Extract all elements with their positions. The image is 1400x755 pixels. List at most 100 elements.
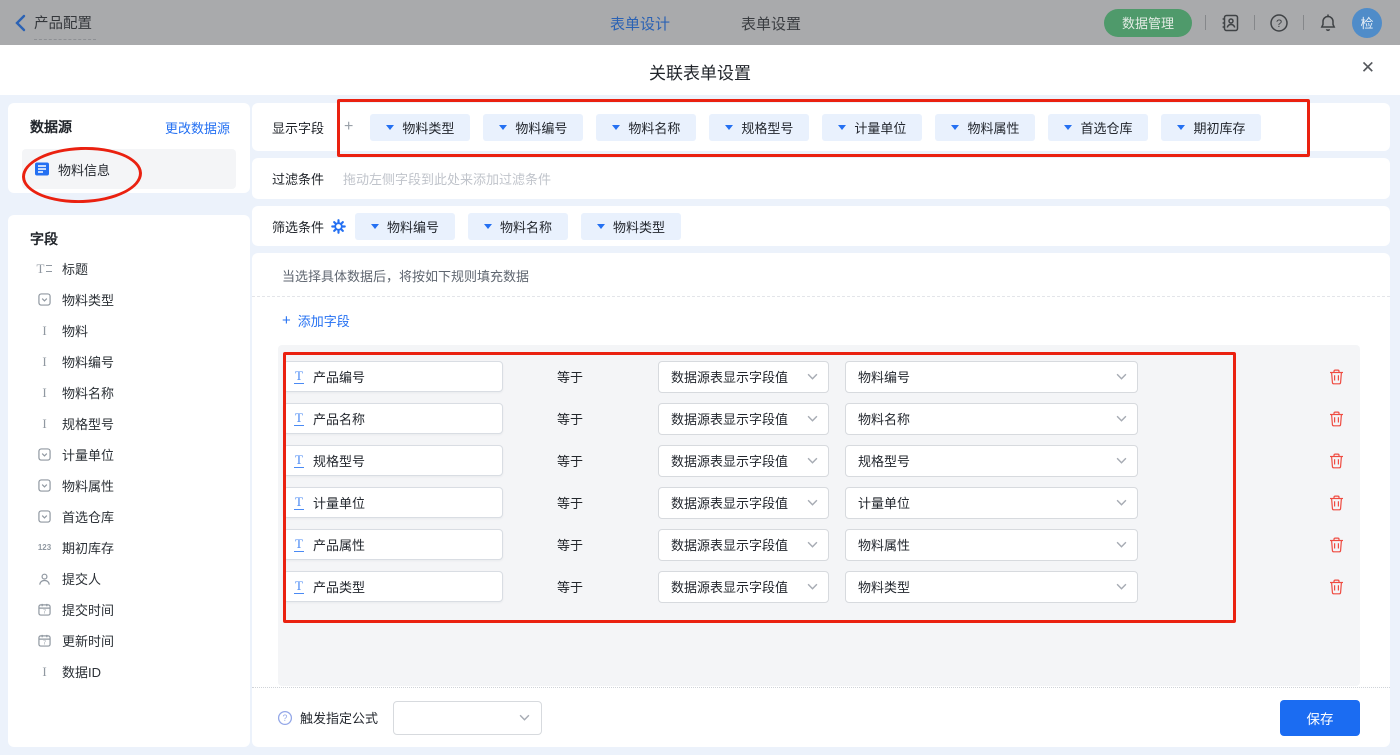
- field-item-5[interactable]: I 规格型号: [30, 408, 250, 439]
- field-chip[interactable]: 物料属性: [935, 114, 1035, 141]
- rule-value-select[interactable]: 计量单位: [845, 487, 1138, 519]
- field-item-4[interactable]: I 物料名称: [30, 377, 250, 408]
- field-item-9[interactable]: 123 期初库存: [30, 532, 250, 563]
- rule-value-select[interactable]: 规格型号: [845, 445, 1138, 477]
- field-item-10[interactable]: 提交人: [30, 563, 250, 594]
- field-item-13[interactable]: I 数据ID: [30, 656, 250, 687]
- select-field-icon: [36, 479, 53, 492]
- add-display-field-icon[interactable]: [344, 118, 353, 136]
- add-field-link[interactable]: 添加字段: [282, 311, 350, 330]
- rule-target-field[interactable]: T 产品类型: [283, 571, 503, 602]
- app-window: 产品配置 表单设计 表单设置 数据管理 ? 检 关联表单设置: [0, 0, 1400, 755]
- formula-help-icon[interactable]: ?: [277, 710, 293, 726]
- filter-placeholder: 拖动左侧字段到此处来添加过滤条件: [343, 169, 551, 188]
- rule-value-select[interactable]: 物料名称: [845, 403, 1138, 435]
- field-list: T 标题 物料类型 I 物料 I 物料编号 I 物料名称 I 规格型号 计量单位…: [30, 253, 250, 687]
- rules-footer: ? 触发指定公式 保存: [252, 688, 1390, 747]
- chevron-down-icon: [807, 457, 818, 464]
- trash-icon[interactable]: [1329, 453, 1344, 469]
- chevron-down-icon: [1116, 415, 1127, 422]
- close-icon[interactable]: [1361, 58, 1375, 78]
- rule-target-field[interactable]: T 产品编号: [283, 361, 503, 392]
- field-chip[interactable]: 首选仓库: [1048, 114, 1148, 141]
- field-item-2[interactable]: I 物料: [30, 315, 250, 346]
- field-chip-label: 物料名称: [500, 217, 552, 236]
- field-item-11[interactable]: 7 提交时间: [30, 594, 250, 625]
- trash-icon[interactable]: [1329, 495, 1344, 511]
- gear-icon[interactable]: [331, 219, 346, 234]
- rule-target-label: 计量单位: [313, 493, 365, 512]
- rule-target-label: 产品类型: [313, 577, 365, 596]
- rule-row: T 产品名称 等于 数据源表显示字段值 物料名称: [283, 403, 1360, 434]
- filter-dropzone[interactable]: 拖动左侧字段到此处来添加过滤条件: [343, 158, 1390, 199]
- field-chip[interactable]: 物料名称: [596, 114, 696, 141]
- data-manage-button[interactable]: 数据管理: [1104, 9, 1192, 37]
- display-fields-label: 显示字段: [272, 118, 324, 137]
- field-item-0[interactable]: T 标题: [30, 253, 250, 284]
- field-item-label: 提交人: [62, 569, 101, 588]
- rule-source-select[interactable]: 数据源表显示字段值: [658, 361, 829, 393]
- field-item-8[interactable]: 首选仓库: [30, 501, 250, 532]
- rule-target-field[interactable]: T 产品属性: [283, 529, 503, 560]
- field-item-6[interactable]: 计量单位: [30, 439, 250, 470]
- rules-panel-card: 当选择具体数据后，将按如下规则填充数据 添加字段 T 产品编号 等于 数据源表显…: [252, 253, 1390, 747]
- bell-icon[interactable]: [1317, 12, 1339, 34]
- field-item-label: 计量单位: [62, 445, 114, 464]
- rule-value-select[interactable]: 物料类型: [845, 571, 1138, 603]
- field-chip[interactable]: 物料编号: [483, 114, 583, 141]
- datasource-item-label: 物料信息: [58, 160, 110, 179]
- rule-target-field[interactable]: T 规格型号: [283, 445, 503, 476]
- chevron-down-icon: [519, 714, 530, 721]
- field-item-7[interactable]: 物料属性: [30, 470, 250, 501]
- field-item-12[interactable]: 7 更新时间: [30, 625, 250, 656]
- tab-form-settings[interactable]: 表单设置: [741, 13, 801, 34]
- fields-title: 字段: [30, 229, 250, 249]
- rule-source-select[interactable]: 数据源表显示字段值: [658, 403, 829, 435]
- field-item-label: 物料: [62, 321, 88, 340]
- help-icon[interactable]: ?: [1268, 12, 1290, 34]
- trash-icon[interactable]: [1329, 579, 1344, 595]
- text-field-icon: T: [294, 369, 304, 384]
- rule-target-field[interactable]: T 产品名称: [283, 403, 503, 434]
- rule-value-select[interactable]: 物料编号: [845, 361, 1138, 393]
- field-chip[interactable]: 物料类型: [581, 213, 681, 240]
- avatar[interactable]: 检: [1352, 8, 1382, 38]
- trash-icon[interactable]: [1329, 411, 1344, 427]
- field-chip[interactable]: 规格型号: [709, 114, 809, 141]
- rule-source-select[interactable]: 数据源表显示字段值: [658, 445, 829, 477]
- rule-target-label: 规格型号: [313, 451, 365, 470]
- rule-row: T 规格型号 等于 数据源表显示字段值 规格型号: [283, 445, 1360, 476]
- rule-operator: 等于: [557, 535, 658, 554]
- topbar: 产品配置 表单设计 表单设置 数据管理 ? 检: [0, 0, 1400, 45]
- rule-operator: 等于: [557, 367, 658, 386]
- screen-filter-label: 筛选条件: [272, 217, 324, 236]
- tab-form-design[interactable]: 表单设计: [610, 13, 670, 34]
- field-chip[interactable]: 物料类型: [370, 114, 470, 141]
- address-book-icon[interactable]: [1219, 12, 1241, 34]
- formula-label: 触发指定公式: [300, 708, 378, 727]
- trash-icon[interactable]: [1329, 537, 1344, 553]
- trash-icon[interactable]: [1329, 369, 1344, 385]
- change-datasource-link[interactable]: 更改数据源: [165, 118, 230, 137]
- field-chip[interactable]: 期初库存: [1161, 114, 1261, 141]
- chevron-down-icon: [1116, 457, 1127, 464]
- rule-source-select[interactable]: 数据源表显示字段值: [658, 529, 829, 561]
- rule-target-field[interactable]: T 计量单位: [283, 487, 503, 518]
- field-item-label: 物料名称: [62, 383, 114, 402]
- field-chip[interactable]: 计量单位: [822, 114, 922, 141]
- rule-value-select[interactable]: 物料属性: [845, 529, 1138, 561]
- datasource-item[interactable]: 物料信息: [22, 149, 236, 189]
- rule-operator: 等于: [557, 493, 658, 512]
- rule-source-select[interactable]: 数据源表显示字段值: [658, 571, 829, 603]
- rule-source-select[interactable]: 数据源表显示字段值: [658, 487, 829, 519]
- text-field-icon: I: [36, 385, 53, 401]
- field-item-3[interactable]: I 物料编号: [30, 346, 250, 377]
- field-item-1[interactable]: 物料类型: [30, 284, 250, 315]
- text-field-icon: T: [294, 537, 304, 552]
- modal-title: 关联表单设置: [0, 59, 1400, 84]
- display-field-chips: 物料类型 物料编号 物料名称 规格型号 计量单位 物料属性 首选仓库 期初库存: [370, 114, 1261, 141]
- field-chip[interactable]: 物料编号: [355, 213, 455, 240]
- field-chip[interactable]: 物料名称: [468, 213, 568, 240]
- save-button[interactable]: 保存: [1280, 700, 1360, 736]
- formula-select[interactable]: [393, 701, 542, 735]
